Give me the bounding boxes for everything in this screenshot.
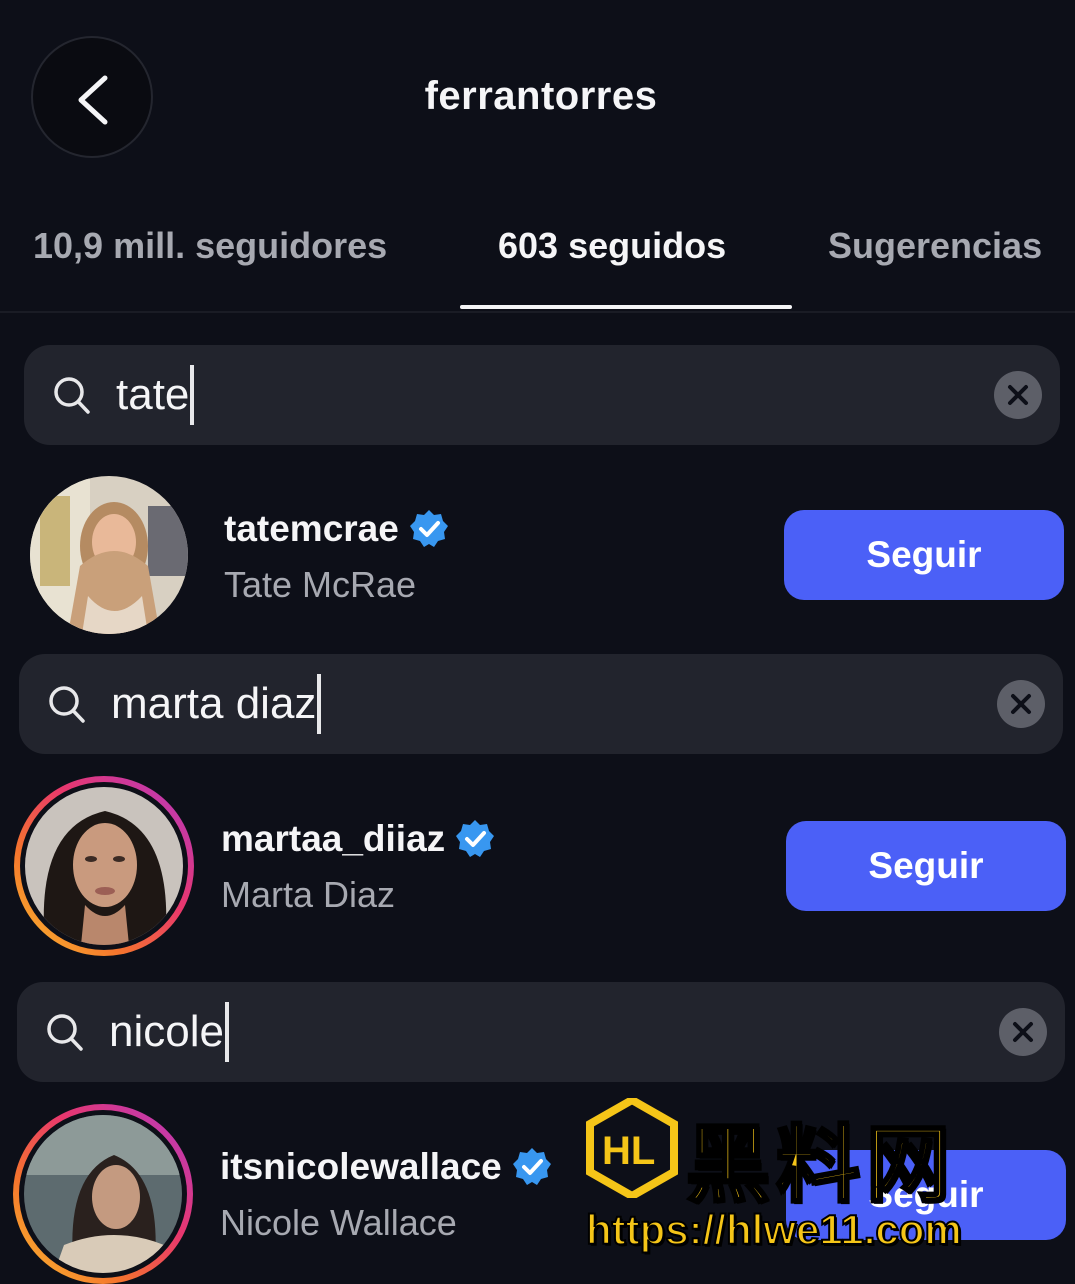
- search-input[interactable]: marta diaz: [111, 674, 322, 734]
- follow-button[interactable]: Seguir: [786, 821, 1066, 911]
- text-cursor: [190, 365, 195, 425]
- profile-photo: [24, 1115, 182, 1273]
- search-bar[interactable]: tate: [24, 345, 1060, 445]
- active-tab-indicator: [460, 305, 792, 309]
- search-input[interactable]: nicole: [109, 1002, 229, 1062]
- search-icon: [54, 377, 90, 414]
- tab-following[interactable]: 603 seguidos: [498, 225, 726, 267]
- username[interactable]: martaa_diiaz: [221, 818, 495, 860]
- top-bar: ferrantorres: [0, 0, 1075, 190]
- search-query-text: nicole: [109, 1007, 224, 1056]
- watermark-url: https://hlwe11.com: [585, 1205, 963, 1254]
- verified-badge-icon: [512, 1148, 551, 1185]
- verified-badge-icon: [456, 820, 495, 857]
- username-text: tatemcrae: [224, 508, 399, 549]
- close-icon: [1013, 1022, 1033, 1042]
- close-icon: [1008, 385, 1028, 405]
- full-name: Tate McRae: [224, 564, 417, 605]
- username[interactable]: itsnicolewallace: [220, 1146, 552, 1188]
- profile-photo: [25, 787, 183, 945]
- avatar-story-ring[interactable]: [13, 1104, 193, 1284]
- verified-badge-icon: [409, 510, 448, 547]
- svg-text:HL: HL: [602, 1129, 655, 1173]
- avatar: [25, 787, 183, 945]
- avatar[interactable]: [30, 476, 188, 634]
- tab-followers[interactable]: 10,9 mill. seguidores: [33, 225, 387, 267]
- username-text: martaa_diiaz: [221, 818, 446, 859]
- follow-tabs: 10,9 mill. seguidores 603 seguidos Suger…: [0, 225, 1075, 315]
- tab-divider: [0, 311, 1075, 313]
- list-item[interactable]: martaa_diiaz Marta Diaz Seguir: [0, 776, 1075, 956]
- clear-search-button[interactable]: [997, 680, 1045, 728]
- search-bar[interactable]: nicole: [17, 982, 1065, 1082]
- watermark-text: 黑料网: [684, 1117, 957, 1214]
- tab-suggestions[interactable]: Sugerencias: [828, 225, 1042, 267]
- avatar: [24, 1115, 182, 1273]
- avatar-story-ring[interactable]: [14, 776, 194, 956]
- search-icon: [49, 686, 85, 723]
- text-cursor: [317, 674, 322, 734]
- username-text: itsnicolewallace: [220, 1146, 502, 1187]
- search-query-text: marta diaz: [111, 679, 317, 728]
- profile-photo: [30, 476, 188, 634]
- follow-button[interactable]: Seguir: [784, 510, 1064, 600]
- profile-username-title: ferrantorres: [424, 74, 658, 118]
- list-item[interactable]: tatemcrae Tate McRae Seguir: [0, 470, 1075, 640]
- full-name: Marta Diaz: [221, 874, 396, 915]
- username[interactable]: tatemcrae: [224, 508, 449, 550]
- watermark-logo-icon: HL: [586, 1098, 678, 1198]
- text-cursor: [224, 1002, 229, 1062]
- clear-search-button[interactable]: [999, 1008, 1047, 1056]
- search-query-text: tate: [116, 370, 190, 419]
- search-input[interactable]: tate: [116, 365, 195, 425]
- full-name: Nicole Wallace: [220, 1202, 457, 1243]
- close-icon: [1011, 694, 1031, 714]
- search-bar[interactable]: marta diaz: [19, 654, 1063, 754]
- search-icon: [47, 1014, 83, 1051]
- clear-search-button[interactable]: [994, 371, 1042, 419]
